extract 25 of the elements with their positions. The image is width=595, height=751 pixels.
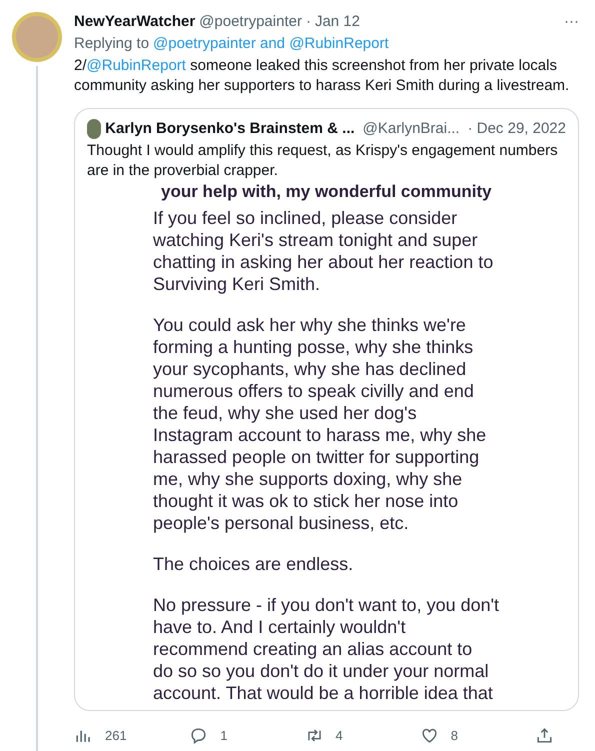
screenshot-paragraph: If you feel so inclined, please consider watching Keri's stream tonight and super chatting in asking her about her reaction to Surviving Keri Smith. <box>153 207 494 295</box>
heart-icon[interactable] <box>420 726 439 746</box>
quoted-author-name: Karlyn Borysenko's Brainstem & ... <box>105 119 355 139</box>
author-name[interactable]: NewYearWatcher <box>74 12 196 32</box>
views-count: 261 <box>105 727 127 745</box>
author-handle[interactable]: @poetrypainter <box>199 12 302 32</box>
replying-label: Replying to <box>74 34 150 54</box>
quoted-avatar <box>87 119 102 139</box>
retweet-count: 4 <box>336 727 343 745</box>
quoted-date: · Dec 29, 2022 <box>468 119 566 139</box>
tweet-text: 2/@RubinReport someone leaked this screenshot from her private locals community asking her supporters to harass Keri Smith during a livestream. <box>74 56 570 96</box>
screenshot-paragraph: The choices are endless. <box>153 553 354 575</box>
reply-count: 1 <box>220 727 228 745</box>
screenshot-paragraph: You could ask her why she thinks we're forming a hunting posse, why she thinks your sycophants, why she has declined numerous offers to speak civilly and end the feud, why she used her dog's Instagram account to harass me, why she harassed people on twitter for supporting me, why she supports doxing, why she thought it was ok to stick her nose into people's personal business, etc. <box>153 314 488 534</box>
quoted-text: Thought I would amplify this request, as Krispy's engagement numbers are in the proverbial crapper. <box>86 141 559 181</box>
like-count: 8 <box>450 727 458 745</box>
quoted-handle: @KarlynBrai... <box>362 119 460 139</box>
quote-card[interactable] <box>74 108 579 711</box>
screenshot-paragraph: your help with, my wonderful community <box>160 183 493 201</box>
screenshot-paragraph: No pressure - if you don't want to, you don't have to. And I certainly wouldn't recommend creating an alias account to do so so you don't do it under your normal account. That would be a horrible idea that <box>153 594 500 704</box>
more-menu-button[interactable]: ··· <box>564 12 579 32</box>
separator-dot: · <box>306 12 311 32</box>
tweet-date[interactable]: Jan 12 <box>314 12 360 32</box>
share-icon[interactable] <box>535 726 554 746</box>
reply-icon[interactable] <box>189 726 208 746</box>
